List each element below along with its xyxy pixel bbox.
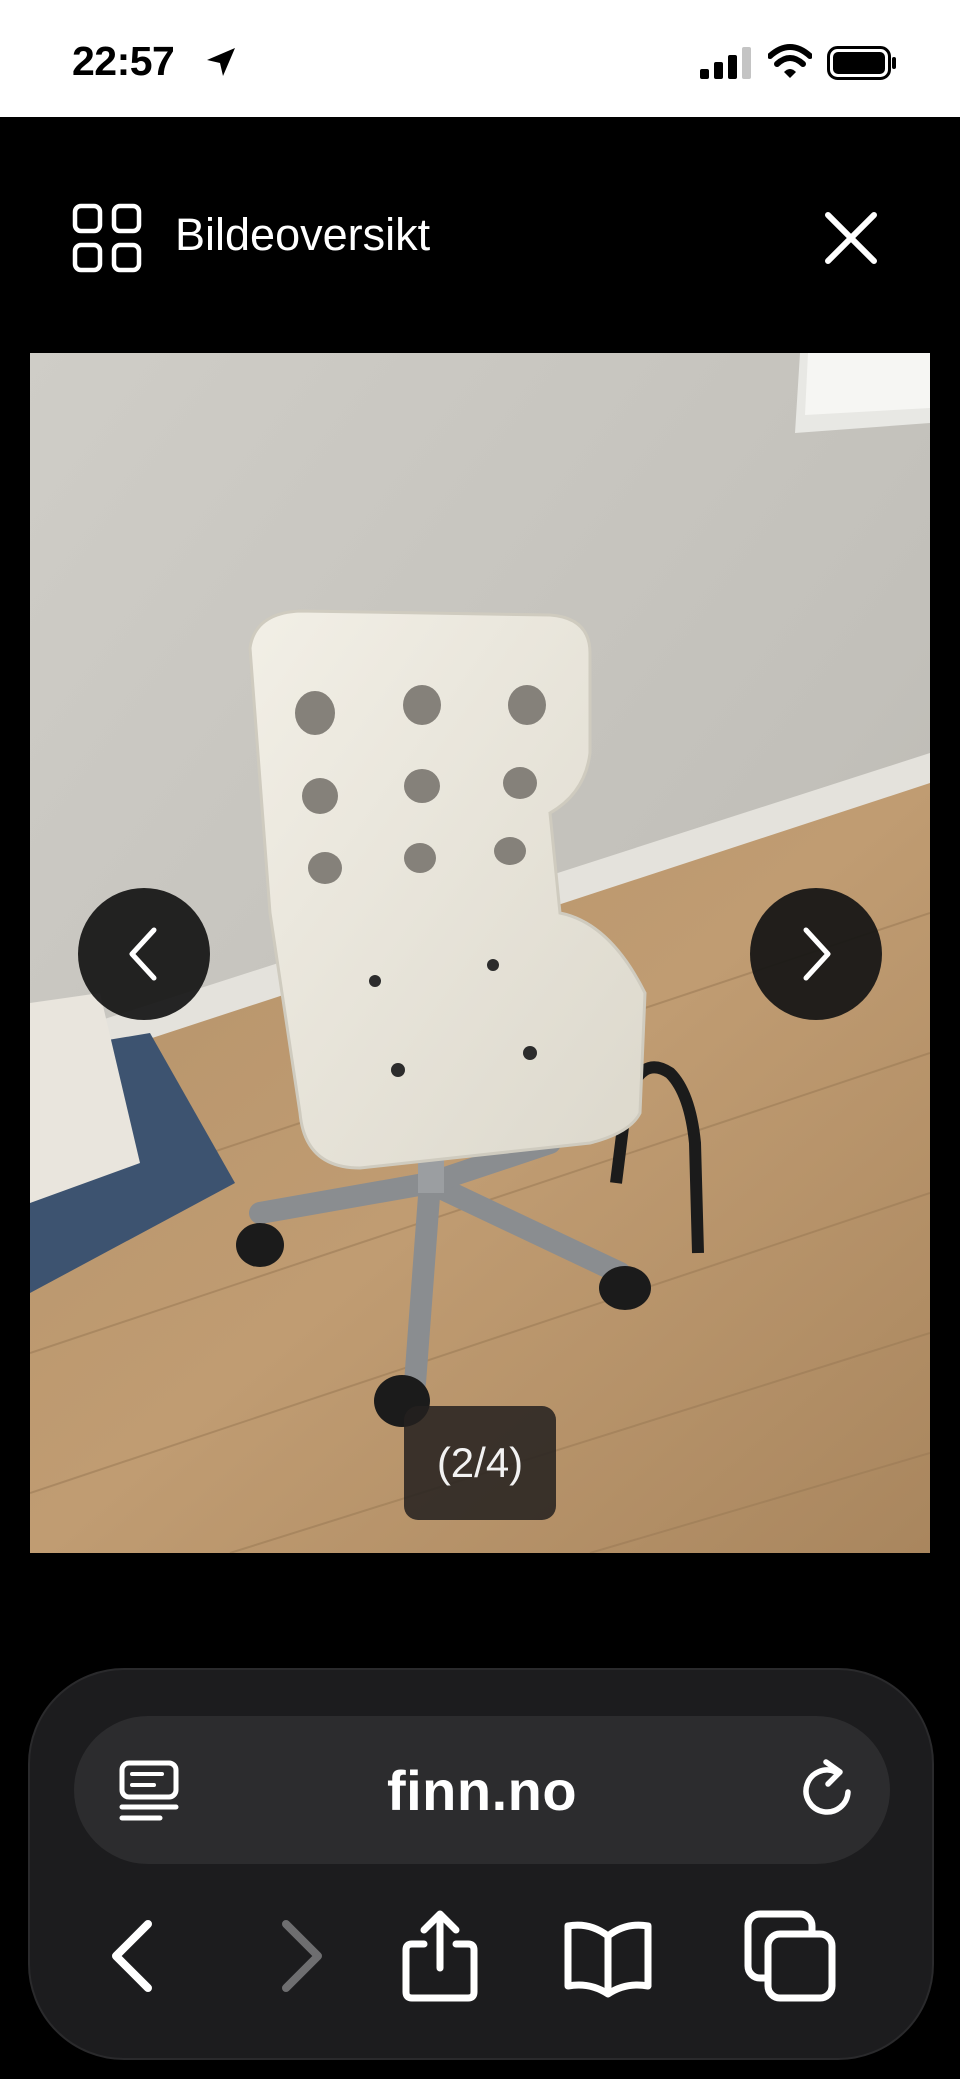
close-icon[interactable] xyxy=(820,207,882,269)
next-image-button[interactable] xyxy=(750,888,882,1020)
viewer-header: Bildeoversikt xyxy=(0,117,960,353)
bookmarks-icon[interactable] xyxy=(560,1908,656,2004)
location-arrow-icon xyxy=(207,48,235,76)
grid-icon[interactable] xyxy=(72,203,142,273)
address-bar[interactable]: finn.no xyxy=(74,1716,890,1864)
forward-icon[interactable] xyxy=(252,1908,348,2004)
url-text[interactable]: finn.no xyxy=(74,1758,890,1823)
wifi-icon xyxy=(768,44,812,78)
cellular-signal-icon xyxy=(700,47,751,79)
image-viewer-page: 22:57 Bildeoversikt (2/4) finn.no xyxy=(0,0,960,2079)
image-counter: (2/4) xyxy=(404,1406,556,1520)
previous-image-button[interactable] xyxy=(78,888,210,1020)
status-time: 22:57 xyxy=(72,38,175,84)
battery-icon xyxy=(827,46,896,80)
back-icon[interactable] xyxy=(86,1908,182,2004)
chevron-left-icon xyxy=(129,927,157,981)
reload-icon[interactable] xyxy=(796,1758,860,1822)
tabs-icon[interactable] xyxy=(742,1908,838,2004)
status-bar: 22:57 xyxy=(0,0,960,117)
page-title[interactable]: Bildeoversikt xyxy=(175,209,430,261)
chevron-right-icon xyxy=(803,927,831,981)
share-icon[interactable] xyxy=(392,1908,488,2004)
browser-toolbar: finn.no xyxy=(28,1668,934,2060)
